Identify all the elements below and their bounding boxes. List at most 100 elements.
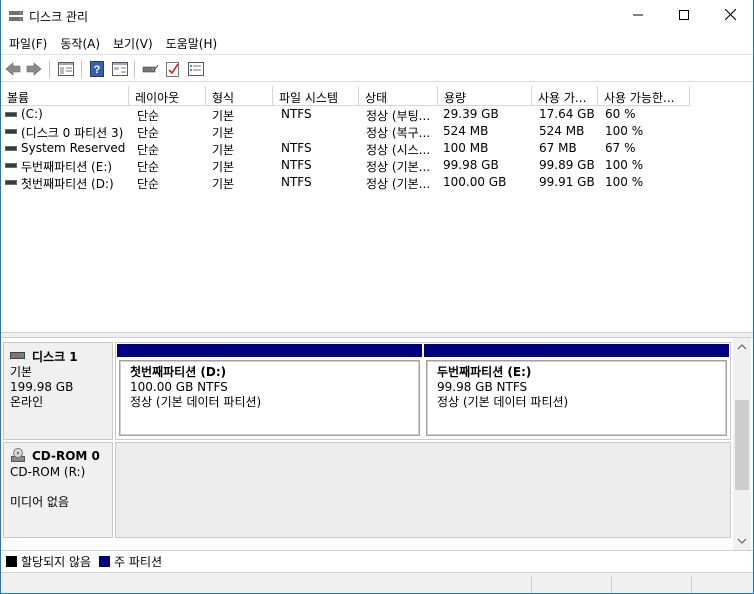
disk-pane-scrollbar[interactable] — [733, 338, 751, 550]
disk-management-app-icon — [8, 9, 24, 23]
close-button[interactable] — [707, 0, 753, 32]
column-header-status[interactable]: 상태 — [359, 86, 438, 106]
console-tree-icon[interactable] — [57, 60, 75, 78]
menu-help[interactable]: 도움말(H) — [161, 32, 223, 54]
properties-icon[interactable] — [111, 60, 129, 78]
partition-name: 두번째파티션 (E:) — [437, 365, 532, 379]
primary-partition-swatch — [99, 556, 111, 567]
scroll-up-icon[interactable] — [737, 342, 747, 352]
column-header-percent-free[interactable]: 사용 가능한... — [598, 86, 690, 106]
volume-name: (C:) — [21, 107, 43, 121]
volume-type: 기본 — [212, 177, 235, 191]
column-header-type[interactable]: 형식 — [206, 86, 273, 106]
drive-icon — [5, 112, 17, 117]
cdrom-0-info[interactable]: CD-ROM 0 CD-ROM (R:) 미디어 없음 — [3, 442, 113, 538]
disk-title: CD-ROM 0 — [32, 449, 100, 463]
title-bar[interactable]: 디스크 관리 — [1, 0, 753, 32]
column-header-volume[interactable]: 볼륨 — [1, 86, 129, 106]
unallocated-swatch — [6, 556, 17, 567]
volume-capacity: 524 MB — [443, 124, 489, 138]
volume-filesystem: NTFS — [281, 175, 312, 189]
volume-percent-free: 60 % — [605, 107, 636, 121]
table-row[interactable]: 두번째파티션 (E:) 단순 기본 NTFS 정상 (기본... 99.98 G… — [1, 157, 753, 174]
table-row[interactable]: (디스크 0 파티션 3) 단순 기본 정상 (복구... 524 MB 524… — [1, 123, 753, 140]
disk-state: 온라인 — [10, 395, 44, 409]
menu-bar: 파일(F) 동작(A) 보기(V) 도움말(H) — [1, 32, 753, 54]
maximize-button[interactable] — [661, 0, 707, 32]
volume-percent-free: 67 % — [605, 141, 636, 155]
minimize-button[interactable] — [615, 0, 661, 32]
window-title: 디스크 관리 — [29, 10, 89, 24]
volume-status: 정상 (시스... — [366, 143, 431, 157]
disk-kind: CD-ROM (R:) — [10, 465, 86, 479]
partition-size-fs: 99.98 GB NTFS — [437, 380, 528, 394]
table-row[interactable]: 첫번째파티션 (D:) 단순 기본 NTFS 정상 (기본... 100.00 … — [1, 174, 753, 191]
volume-capacity: 100 MB — [443, 141, 489, 155]
partition-d[interactable]: 첫번째파티션 (D:) 100.00 GB NTFS 정상 (기본 데이터 파티… — [116, 343, 423, 439]
partition-size-fs: 100.00 GB NTFS — [130, 380, 228, 394]
table-row[interactable]: System Reserved 단순 기본 NTFS 정상 (시스... 100… — [1, 140, 753, 157]
volume-layout: 단순 — [137, 109, 160, 123]
cdrom-0-media-area[interactable] — [115, 442, 731, 538]
partition-box: 첫번째파티션 (D:) 100.00 GB NTFS 정상 (기본 데이터 파티… — [119, 360, 420, 436]
drive-icon — [5, 180, 17, 185]
disk-state: 미디어 없음 — [10, 495, 70, 509]
partition-box: 두번째파티션 (E:) 99.98 GB NTFS 정상 (기본 데이터 파티션… — [426, 360, 727, 436]
disk-map-pane: 디스크 1 기본 199.98 GB 온라인 첫번째파티션 (D:) 100.0… — [1, 338, 733, 550]
toolbar: ? — [1, 54, 753, 82]
volume-status: 정상 (부팅... — [366, 109, 431, 123]
legend-primary-partition: 주 파티션 — [114, 555, 163, 569]
partition-name: 첫번째파티션 (D:) — [130, 365, 227, 379]
volume-layout: 단순 — [137, 160, 160, 174]
volume-free-space: 99.89 GB — [539, 158, 595, 172]
view-icon[interactable] — [187, 60, 205, 78]
volume-capacity: 29.39 GB — [443, 107, 499, 121]
volume-status: 정상 (기본... — [366, 160, 431, 174]
column-header-capacity[interactable]: 용량 — [438, 86, 532, 106]
disk-1-info[interactable]: 디스크 1 기본 199.98 GB 온라인 — [3, 342, 113, 440]
close-icon — [724, 8, 736, 23]
connect-drive-icon[interactable] — [141, 60, 159, 78]
volume-layout: 단순 — [137, 177, 160, 191]
status-divider — [611, 576, 612, 593]
volume-layout: 단순 — [137, 143, 160, 157]
volume-capacity: 100.00 GB — [443, 175, 507, 189]
volume-type: 기본 — [212, 109, 235, 123]
back-arrow-icon[interactable] — [4, 60, 22, 78]
volume-free-space: 17.64 GB — [539, 107, 595, 121]
check-icon[interactable] — [164, 60, 182, 78]
drive-icon — [5, 129, 17, 134]
volume-status: 정상 (복구... — [366, 126, 431, 140]
svg-text:?: ? — [94, 64, 101, 76]
table-row[interactable]: (C:) 단순 기본 NTFS 정상 (부팅... 29.39 GB 17.64… — [1, 106, 753, 123]
toolbar-separator — [49, 60, 50, 78]
menu-action[interactable]: 동작(A) — [55, 32, 105, 54]
volume-capacity: 99.98 GB — [443, 158, 499, 172]
forward-arrow-icon[interactable] — [25, 60, 43, 78]
minimize-icon — [633, 9, 643, 23]
volume-name: 두번째파티션 (E:) — [21, 160, 113, 174]
column-header-layout[interactable]: 레이아웃 — [129, 86, 206, 106]
volume-name: (디스크 0 파티션 3) — [21, 126, 124, 140]
drive-icon — [5, 163, 17, 168]
column-header-free-space[interactable]: 사용 가... — [532, 86, 598, 106]
scrollbar-thumb[interactable] — [735, 400, 749, 490]
primary-partition-bar — [117, 344, 422, 357]
cdrom-icon — [10, 447, 26, 465]
partition-status: 정상 (기본 데이터 파티션) — [130, 395, 262, 409]
volume-filesystem: NTFS — [281, 158, 312, 172]
volume-list: 볼륨 레이아웃 형식 파일 시스템 상태 용량 사용 가... 사용 가능한..… — [1, 84, 753, 332]
menu-file[interactable]: 파일(F) — [4, 32, 52, 54]
help-icon[interactable]: ? — [88, 60, 106, 78]
scroll-down-icon[interactable] — [737, 536, 747, 546]
volume-type: 기본 — [212, 160, 235, 174]
drive-icon — [5, 146, 17, 151]
menu-view[interactable]: 보기(V) — [108, 32, 158, 54]
status-divider — [531, 576, 532, 593]
volume-status: 정상 (기본... — [366, 177, 431, 191]
volume-free-space: 67 MB — [539, 141, 577, 155]
column-header-filesystem[interactable]: 파일 시스템 — [273, 86, 359, 106]
partition-e[interactable]: 두번째파티션 (E:) 99.98 GB NTFS 정상 (기본 데이터 파티션… — [423, 343, 730, 439]
partition-status: 정상 (기본 데이터 파티션) — [437, 395, 569, 409]
legend-bar: 할당되지 않음 주 파티션 — [1, 550, 753, 572]
